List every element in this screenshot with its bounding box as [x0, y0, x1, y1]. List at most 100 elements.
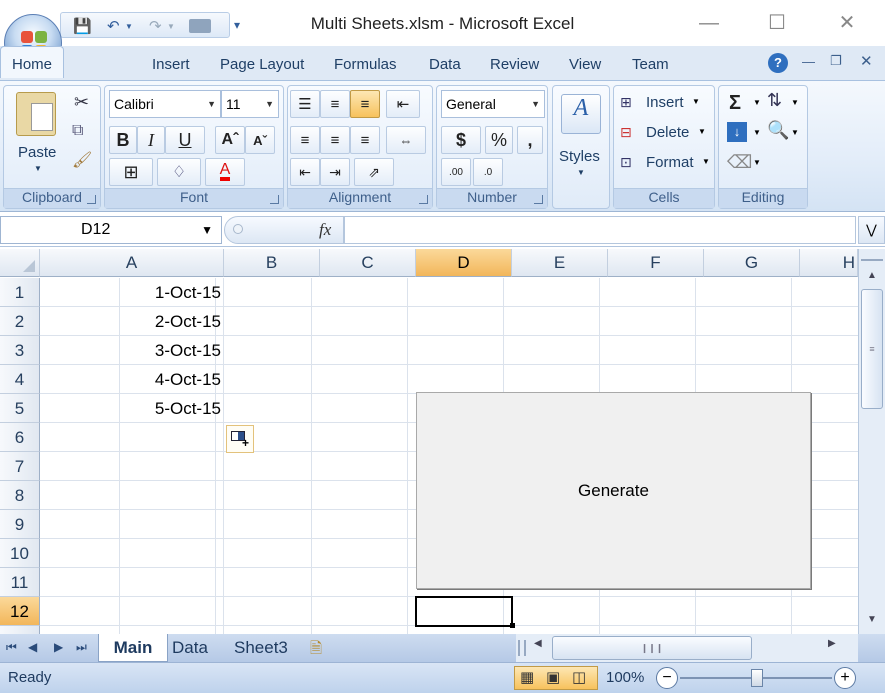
- ribbon-restore-icon[interactable]: ❐: [830, 53, 842, 69]
- font-launcher-icon[interactable]: [270, 195, 279, 204]
- borders-icon[interactable]: ⊞: [109, 158, 153, 186]
- decrease-indent-icon[interactable]: ⇤: [290, 158, 320, 186]
- fill-icon[interactable]: ↓: [727, 122, 747, 142]
- undo-icon[interactable]: ↶: [107, 17, 120, 35]
- delete-button[interactable]: Delete: [646, 124, 689, 141]
- help-icon[interactable]: ?: [768, 53, 788, 73]
- font-size-combo[interactable]: 11 ▼: [221, 90, 279, 118]
- row-header-8[interactable]: 8: [0, 481, 40, 510]
- row-header-2[interactable]: 2: [0, 307, 40, 336]
- scroll-right-icon[interactable]: ▶: [828, 638, 836, 649]
- zoom-in-icon[interactable]: +: [834, 667, 856, 689]
- row-header-12[interactable]: 12: [0, 597, 40, 626]
- active-cell-d12[interactable]: [415, 596, 513, 627]
- sheet-tab-data[interactable]: Data: [172, 634, 208, 662]
- underline-button[interactable]: U: [165, 126, 205, 154]
- tab-team[interactable]: Team: [632, 56, 669, 73]
- row-header-3[interactable]: 3: [0, 336, 40, 365]
- row-header-4[interactable]: 4: [0, 365, 40, 394]
- number-format-combo[interactable]: General ▼: [441, 90, 545, 118]
- insert-function-button[interactable]: fx: [319, 220, 331, 240]
- percent-button[interactable]: %: [485, 126, 513, 154]
- name-box-dropdown-icon[interactable]: ▼: [201, 217, 213, 243]
- styles-dropdown-icon[interactable]: ▼: [577, 168, 585, 177]
- minimize-button[interactable]: —: [686, 8, 732, 38]
- zoom-slider-thumb[interactable]: [751, 669, 763, 687]
- first-sheet-icon[interactable]: ⏮: [6, 640, 17, 655]
- font-size-dropdown-icon[interactable]: ▼: [265, 91, 274, 117]
- row-header-9[interactable]: 9: [0, 510, 40, 539]
- fill-color-icon[interactable]: ♢: [157, 158, 201, 186]
- align-bottom-icon[interactable]: ≡: [350, 90, 380, 118]
- tab-formulas[interactable]: Formulas: [334, 56, 397, 73]
- sort-filter-dropdown-icon[interactable]: ▼: [791, 98, 799, 107]
- tab-split-icon[interactable]: [518, 640, 526, 656]
- styles-button[interactable]: Styles: [559, 148, 600, 165]
- align-top-icon[interactable]: ☰: [290, 90, 320, 118]
- fill-dropdown-icon[interactable]: ▼: [753, 128, 761, 137]
- comma-button[interactable]: ,: [517, 126, 543, 154]
- row-header-11[interactable]: 11: [0, 568, 40, 597]
- sheet-tab-main[interactable]: Main: [98, 634, 168, 662]
- column-header-h[interactable]: H: [800, 249, 858, 277]
- merge-center-icon[interactable]: ⇔: [386, 126, 426, 154]
- vertical-scroll-thumb[interactable]: ≡: [861, 289, 883, 409]
- scroll-up-icon[interactable]: ▲: [861, 265, 883, 287]
- scroll-down-icon[interactable]: ▼: [861, 609, 883, 631]
- alignment-launcher-icon[interactable]: [419, 195, 428, 204]
- paste-dropdown-icon[interactable]: ▼: [34, 164, 42, 173]
- expand-formula-bar-icon[interactable]: ⋁: [858, 216, 885, 244]
- number-format-dropdown-icon[interactable]: ▼: [531, 91, 540, 117]
- increase-indent-icon[interactable]: ⇥: [320, 158, 350, 186]
- split-box-icon[interactable]: [861, 249, 883, 261]
- clear-icon[interactable]: ⌫: [727, 152, 752, 173]
- align-middle-icon[interactable]: ≡: [320, 90, 350, 118]
- format-dropdown-icon[interactable]: ▼: [702, 157, 710, 166]
- row-header-1[interactable]: 1: [0, 278, 40, 307]
- cell-a2[interactable]: 2-Oct-15: [40, 307, 224, 336]
- cell-a4[interactable]: 4-Oct-15: [40, 365, 224, 394]
- last-sheet-icon[interactable]: ⏭: [76, 640, 87, 655]
- insert-dropdown-icon[interactable]: ▼: [692, 97, 700, 106]
- insert-sheet-icon[interactable]: 🗎: [310, 638, 322, 663]
- clipboard-launcher-icon[interactable]: [87, 195, 96, 204]
- grow-font-icon[interactable]: Aˆ: [215, 126, 245, 154]
- select-all-corner[interactable]: [0, 249, 40, 277]
- next-sheet-icon[interactable]: ▶: [54, 640, 63, 654]
- align-right-icon[interactable]: ≡: [350, 126, 380, 154]
- insert-button[interactable]: Insert: [646, 94, 684, 111]
- column-header-g[interactable]: G: [704, 249, 800, 277]
- column-header-b[interactable]: B: [224, 249, 320, 277]
- paste-icon[interactable]: [16, 92, 56, 136]
- wrap-text-icon[interactable]: ⇤: [386, 90, 420, 118]
- maximize-button[interactable]: ☐: [754, 8, 800, 38]
- row-header-7[interactable]: 7: [0, 452, 40, 481]
- sheet-tab-sheet3[interactable]: Sheet3: [234, 634, 288, 662]
- font-name-combo[interactable]: Calibri ▼: [109, 90, 221, 118]
- zoom-out-icon[interactable]: −: [656, 667, 678, 689]
- scroll-left-icon[interactable]: ◀: [534, 638, 542, 649]
- autosum-dropdown-icon[interactable]: ▼: [753, 98, 761, 107]
- page-layout-view-icon[interactable]: ▣: [546, 668, 560, 686]
- cut-icon[interactable]: ✂: [74, 92, 89, 113]
- tab-data[interactable]: Data: [429, 56, 461, 73]
- tab-insert[interactable]: Insert: [152, 56, 190, 73]
- tab-view[interactable]: View: [569, 56, 601, 73]
- orientation-icon[interactable]: ⇗: [354, 158, 394, 186]
- cell-a5[interactable]: 5-Oct-15: [40, 394, 224, 423]
- print-preview-icon[interactable]: [189, 19, 211, 33]
- paste-button[interactable]: Paste: [18, 144, 56, 161]
- bold-button[interactable]: B: [109, 126, 137, 154]
- italic-button[interactable]: I: [137, 126, 165, 154]
- increase-decimal-button[interactable]: .00: [441, 158, 471, 186]
- autosum-icon[interactable]: Σ: [729, 92, 741, 115]
- undo-dropdown-icon[interactable]: ▼: [125, 22, 133, 31]
- name-box[interactable]: D12 ▼: [0, 216, 222, 244]
- tab-review[interactable]: Review: [490, 56, 539, 73]
- decrease-decimal-button[interactable]: .0: [473, 158, 503, 186]
- tab-home[interactable]: Home: [0, 46, 64, 78]
- ribbon-minimize-icon[interactable]: —: [802, 54, 815, 69]
- row-header-10[interactable]: 10: [0, 539, 40, 568]
- generate-button[interactable]: Generate: [416, 392, 811, 589]
- font-name-dropdown-icon[interactable]: ▼: [207, 91, 216, 117]
